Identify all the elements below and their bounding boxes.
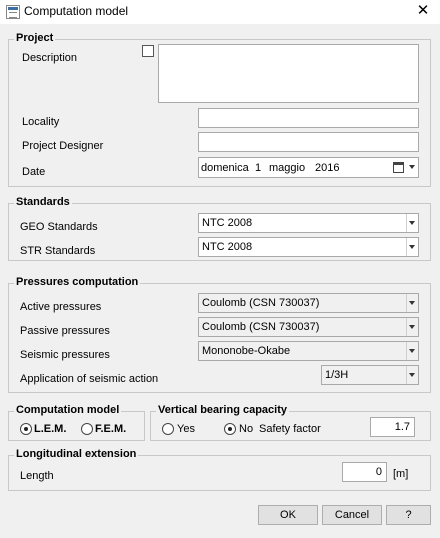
active-pressures-label: Active pressures [20,301,102,313]
vertical-bearing-yes-radio[interactable] [162,423,174,435]
lem-radio[interactable] [20,423,32,435]
date-month: maggio [269,162,306,174]
safety-factor-input[interactable]: 1.7 [370,417,415,437]
seismic-pressures-value: Mononobe-Okabe [202,345,291,357]
close-icon[interactable]: ✕ [414,2,432,20]
chevron-down-icon[interactable] [406,238,418,256]
locality-label: Locality [22,116,60,128]
chevron-down-icon[interactable] [406,342,418,360]
safety-factor-label: Safety factor [259,423,321,435]
standards-group: Standards GEO Standards NTC 2008 STR Sta… [8,196,431,261]
chevron-down-icon[interactable] [409,165,415,169]
chevron-down-icon[interactable] [406,318,418,336]
seismic-application-label: Application of seismic action [20,373,159,385]
seismic-pressures-select[interactable]: Mononobe-Okabe [198,341,419,361]
str-standards-value: NTC 2008 [202,241,253,253]
passive-pressures-select[interactable]: Coulomb (CSN 730037) [198,317,419,337]
help-button[interactable]: ? [386,505,431,525]
geo-standards-label: GEO Standards [20,221,98,233]
fem-radio[interactable] [81,423,93,435]
project-designer-label: Project Designer [22,140,104,152]
cancel-button[interactable]: Cancel [322,505,382,525]
chevron-down-icon[interactable] [406,294,418,312]
project-group: Project Description Locality Project Des… [8,32,431,187]
chevron-down-icon[interactable] [406,214,418,232]
length-label: Length [20,470,54,482]
date-day: 1 [255,162,262,174]
calendar-icon[interactable] [393,162,404,173]
pressures-group: Pressures computation Active pressures C… [8,276,431,393]
vertical-bearing-group-title: Vertical bearing capacity [156,404,290,416]
date-picker[interactable]: domenica 1 maggio 2016 [198,157,419,178]
length-input[interactable]: 0 [342,462,387,482]
date-weekday: domenica [201,162,249,174]
fem-label[interactable]: F.E.M. [95,423,126,435]
passive-pressures-value: Coulomb (CSN 730037) [202,321,320,333]
active-pressures-value: Coulomb (CSN 730037) [202,297,320,309]
ok-button[interactable]: OK [258,505,318,525]
app-window-icon [6,5,20,19]
standards-group-title: Standards [14,196,72,208]
computation-model-group-title: Computation model [14,404,122,416]
description-textarea[interactable] [158,44,419,103]
vertical-bearing-no-radio[interactable] [224,423,236,435]
vertical-bearing-no-label[interactable]: No [239,423,253,435]
longitudinal-group-title: Longitudinal extension [14,448,139,460]
computation-model-group: Computation model L.E.M. F.E.M. [8,404,145,441]
title-bar: Computation model ✕ [0,0,440,24]
active-pressures-select[interactable]: Coulomb (CSN 730037) [198,293,419,313]
str-standards-select[interactable]: NTC 2008 [198,237,419,257]
seismic-application-select[interactable]: 1/3H [321,365,419,385]
project-group-title: Project [14,32,56,44]
chevron-down-icon[interactable] [406,366,418,384]
passive-pressures-label: Passive pressures [20,325,110,337]
description-checkbox[interactable] [142,45,154,57]
vertical-bearing-group: Vertical bearing capacity Yes No Safety … [150,404,431,441]
project-designer-input[interactable] [198,132,419,152]
longitudinal-group: Longitudinal extension Length 0 [m] [8,448,431,491]
length-unit: [m] [393,468,409,480]
date-label: Date [22,166,46,178]
window-title: Computation model [24,4,129,18]
lem-label[interactable]: L.E.M. [34,423,66,435]
locality-input[interactable] [198,108,419,128]
str-standards-label: STR Standards [20,245,96,257]
seismic-pressures-label: Seismic pressures [20,349,110,361]
description-label: Description [22,52,78,64]
date-year: 2016 [315,162,340,174]
geo-standards-value: NTC 2008 [202,217,253,229]
vertical-bearing-yes-label[interactable]: Yes [177,423,195,435]
seismic-application-value: 1/3H [325,369,349,381]
pressures-group-title: Pressures computation [14,276,141,288]
geo-standards-select[interactable]: NTC 2008 [198,213,419,233]
